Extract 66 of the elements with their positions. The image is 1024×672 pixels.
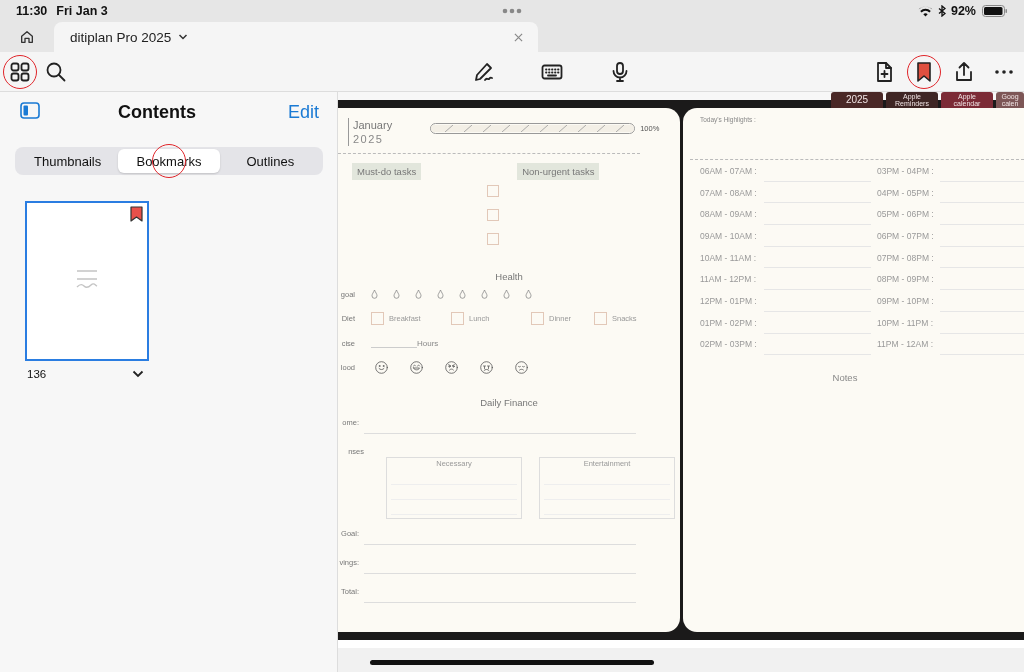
sidebar-toggle-button[interactable] bbox=[20, 102, 40, 122]
meal-checkbox[interactable] bbox=[594, 312, 607, 326]
battery-icon bbox=[982, 5, 1008, 17]
task-header: Non-urgent tasks bbox=[517, 163, 600, 180]
fill-in-line[interactable] bbox=[371, 346, 417, 348]
page-number: 136 bbox=[27, 368, 47, 380]
hour-label: 10AM - 11AM : bbox=[700, 252, 758, 263]
task-header: Must-do tasks bbox=[352, 163, 422, 180]
document-tab[interactable]: ditiplan Pro 2025 bbox=[54, 22, 538, 52]
hour-label: 12PM - 01PM : bbox=[700, 295, 758, 306]
hour-label: 08AM - 09AM : bbox=[700, 209, 758, 220]
more-icon bbox=[994, 68, 1014, 75]
meal-checkbox[interactable] bbox=[531, 312, 544, 326]
hour-label: 07AM - 08AM : bbox=[700, 187, 758, 198]
segment-tab[interactable]: Bookmarks bbox=[118, 149, 220, 173]
hour-label: 11PM - 12AM : bbox=[877, 339, 935, 350]
task-checkbox[interactable] bbox=[487, 233, 499, 245]
hour-label: 08PM - 09PM : bbox=[877, 274, 935, 285]
mood-face-icon bbox=[515, 361, 528, 375]
page-placeholder-icon bbox=[76, 269, 98, 291]
hour-label: 01PM - 02PM : bbox=[700, 317, 758, 328]
hour-label: 04PM - 05PM : bbox=[877, 187, 935, 198]
home-indicator[interactable] bbox=[370, 659, 654, 665]
hour-label: 02PM - 03PM : bbox=[700, 339, 758, 350]
section-title: Daily Finance bbox=[479, 397, 539, 408]
dots-icon bbox=[502, 8, 522, 14]
hour-label: 06AM - 07AM : bbox=[700, 165, 758, 176]
chevron-icon bbox=[178, 33, 189, 41]
mood-face-icon bbox=[480, 361, 493, 375]
mood-face-icon bbox=[375, 361, 388, 375]
hour-label: 06PM - 07PM : bbox=[877, 230, 935, 241]
section-title: Health bbox=[494, 271, 524, 282]
close-icon bbox=[514, 32, 523, 42]
home-icon bbox=[19, 29, 35, 45]
edit-button[interactable]: Edit bbox=[287, 101, 319, 123]
hour-label: 03PM - 04PM : bbox=[877, 165, 935, 176]
segment-tab[interactable]: Thumbnails bbox=[17, 149, 119, 173]
wifi-icon bbox=[917, 5, 933, 17]
panel-title: Contents bbox=[117, 101, 197, 123]
chevron-icon bbox=[132, 370, 144, 378]
month-label: January bbox=[353, 118, 393, 132]
hour-label: 09PM - 10PM : bbox=[877, 295, 935, 306]
sidebar-icon bbox=[20, 102, 40, 119]
mood-face-icon bbox=[410, 361, 423, 375]
task-checkbox[interactable] bbox=[487, 185, 499, 197]
hour-label: 11AM - 12PM : bbox=[700, 274, 758, 285]
section-title: Notes bbox=[831, 372, 859, 384]
document-title: ditiplan Pro 2025 bbox=[70, 29, 172, 45]
hour-label: 07PM - 08PM : bbox=[877, 252, 935, 263]
mood-face-icon bbox=[445, 361, 458, 375]
year-label: 2025 bbox=[353, 132, 385, 146]
bookmark-icon bbox=[130, 206, 143, 222]
status-time: 11:30 bbox=[16, 4, 48, 18]
hour-label: 10PM - 11PM : bbox=[877, 317, 935, 328]
battery-percent: 92% bbox=[950, 4, 976, 18]
hour-label: 09AM - 10AM : bbox=[700, 230, 758, 241]
hour-label: 05PM - 06PM : bbox=[877, 209, 935, 220]
section-tab[interactable]: 2025 bbox=[831, 92, 883, 108]
bluetooth-icon bbox=[937, 5, 946, 17]
meal-checkbox[interactable] bbox=[371, 312, 384, 326]
segment-tab[interactable]: Outlines bbox=[219, 149, 321, 173]
unit-label: Hours bbox=[417, 338, 439, 348]
task-checkbox[interactable] bbox=[487, 209, 499, 221]
meal-checkbox[interactable] bbox=[451, 312, 464, 326]
status-date: Fri Jan 3 bbox=[56, 4, 108, 18]
bookmark-thumbnail[interactable] bbox=[25, 201, 149, 361]
